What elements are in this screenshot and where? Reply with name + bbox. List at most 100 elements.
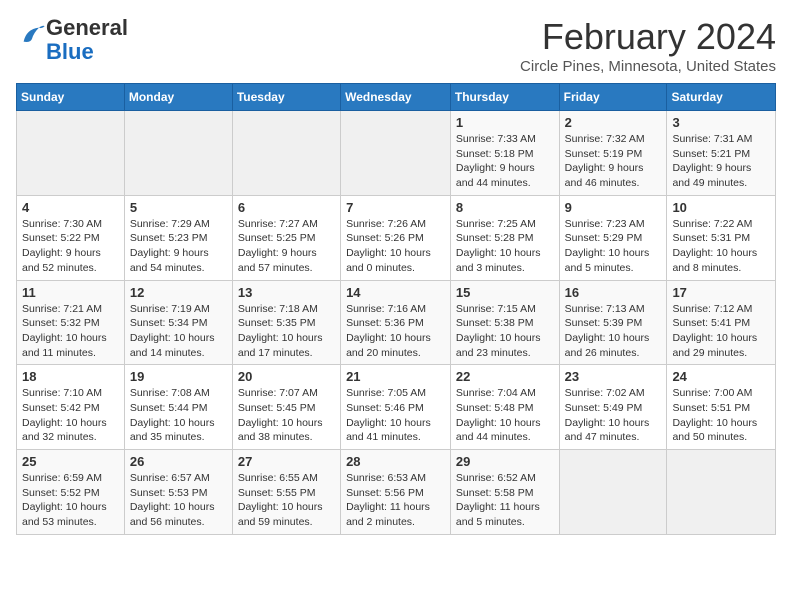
day-number: 27 [238,454,335,469]
calendar-cell: 13 Sunrise: 7:18 AM Sunset: 5:35 PM Dayli… [232,280,340,365]
day-info: Sunrise: 6:55 AM Sunset: 5:55 PM Dayligh… [238,471,335,530]
day-number: 21 [346,369,445,384]
calendar-cell: 11 Sunrise: 7:21 AM Sunset: 5:32 PM Dayli… [17,280,125,365]
day-number: 19 [130,369,227,384]
logo: General Blue [16,16,128,64]
day-number: 20 [238,369,335,384]
calendar-cell: 25 Sunrise: 6:59 AM Sunset: 5:52 PM Dayli… [17,450,125,535]
logo-bird-icon [18,22,46,50]
calendar-cell: 24 Sunrise: 7:00 AM Sunset: 5:51 PM Dayli… [667,365,776,450]
day-number: 29 [456,454,554,469]
day-number: 7 [346,200,445,215]
day-number: 11 [22,285,119,300]
calendar-cell: 26 Sunrise: 6:57 AM Sunset: 5:53 PM Dayli… [124,450,232,535]
calendar-cell: 8 Sunrise: 7:25 AM Sunset: 5:28 PM Daylig… [450,195,559,280]
day-info: Sunrise: 6:59 AM Sunset: 5:52 PM Dayligh… [22,471,119,530]
day-info: Sunrise: 7:10 AM Sunset: 5:42 PM Dayligh… [22,386,119,445]
day-info: Sunrise: 7:32 AM Sunset: 5:19 PM Dayligh… [565,132,662,191]
calendar-cell: 20 Sunrise: 7:07 AM Sunset: 5:45 PM Dayli… [232,365,340,450]
day-of-week-thursday: Thursday [450,84,559,111]
day-number: 1 [456,115,554,130]
calendar-table: SundayMondayTuesdayWednesdayThursdayFrid… [16,83,776,535]
day-info: Sunrise: 6:57 AM Sunset: 5:53 PM Dayligh… [130,471,227,530]
day-info: Sunrise: 6:52 AM Sunset: 5:58 PM Dayligh… [456,471,554,530]
day-number: 9 [565,200,662,215]
day-number: 6 [238,200,335,215]
calendar-cell: 4 Sunrise: 7:30 AM Sunset: 5:22 PM Daylig… [17,195,125,280]
day-info: Sunrise: 7:25 AM Sunset: 5:28 PM Dayligh… [456,217,554,276]
day-number: 26 [130,454,227,469]
calendar-cell: 18 Sunrise: 7:10 AM Sunset: 5:42 PM Dayli… [17,365,125,450]
calendar-subtitle: Circle Pines, Minnesota, United States [520,58,776,75]
calendar-cell: 15 Sunrise: 7:15 AM Sunset: 5:38 PM Dayli… [450,280,559,365]
day-info: Sunrise: 7:23 AM Sunset: 5:29 PM Dayligh… [565,217,662,276]
day-info: Sunrise: 7:26 AM Sunset: 5:26 PM Dayligh… [346,217,445,276]
week-row-1: 1Sunrise: 7:33 AM Sunset: 5:18 PM Daylig… [17,111,776,196]
day-info: Sunrise: 7:00 AM Sunset: 5:51 PM Dayligh… [672,386,770,445]
week-row-2: 4 Sunrise: 7:30 AM Sunset: 5:22 PM Daylig… [17,195,776,280]
calendar-body: 1Sunrise: 7:33 AM Sunset: 5:18 PM Daylig… [17,111,776,535]
day-info: Sunrise: 6:53 AM Sunset: 5:56 PM Dayligh… [346,471,445,530]
calendar-cell: 16 Sunrise: 7:13 AM Sunset: 5:39 PM Dayli… [559,280,667,365]
day-of-week-friday: Friday [559,84,667,111]
day-number: 8 [456,200,554,215]
header: General Blue February 2024 Circle Pines,… [16,16,776,75]
calendar-cell: 27 Sunrise: 6:55 AM Sunset: 5:55 PM Dayli… [232,450,340,535]
day-info: Sunrise: 7:29 AM Sunset: 5:23 PM Dayligh… [130,217,227,276]
day-of-week-monday: Monday [124,84,232,111]
calendar-title: February 2024 [520,16,776,58]
calendar-cell: 9 Sunrise: 7:23 AM Sunset: 5:29 PM Daylig… [559,195,667,280]
calendar-cell: 17Sunrise: 7:12 AM Sunset: 5:41 PM Dayli… [667,280,776,365]
day-number: 10 [672,200,770,215]
day-info: Sunrise: 7:21 AM Sunset: 5:32 PM Dayligh… [22,302,119,361]
day-info: Sunrise: 7:31 AM Sunset: 5:21 PM Dayligh… [672,132,770,191]
day-number: 12 [130,285,227,300]
day-number: 18 [22,369,119,384]
day-number: 3 [672,115,770,130]
calendar-cell: 12 Sunrise: 7:19 AM Sunset: 5:34 PM Dayli… [124,280,232,365]
day-number: 16 [565,285,662,300]
day-info: Sunrise: 7:04 AM Sunset: 5:48 PM Dayligh… [456,386,554,445]
calendar-cell: 21 Sunrise: 7:05 AM Sunset: 5:46 PM Dayli… [341,365,451,450]
calendar-cell: 19 Sunrise: 7:08 AM Sunset: 5:44 PM Dayli… [124,365,232,450]
calendar-cell: 22 Sunrise: 7:04 AM Sunset: 5:48 PM Dayli… [450,365,559,450]
day-info: Sunrise: 7:19 AM Sunset: 5:34 PM Dayligh… [130,302,227,361]
calendar-cell: 29 Sunrise: 6:52 AM Sunset: 5:58 PM Dayli… [450,450,559,535]
day-of-week-sunday: Sunday [17,84,125,111]
day-number: 24 [672,369,770,384]
calendar-cell: 28Sunrise: 6:53 AM Sunset: 5:56 PM Dayli… [341,450,451,535]
day-number: 5 [130,200,227,215]
calendar-cell: 14 Sunrise: 7:16 AM Sunset: 5:36 PM Dayli… [341,280,451,365]
day-info: Sunrise: 7:22 AM Sunset: 5:31 PM Dayligh… [672,217,770,276]
week-row-5: 25 Sunrise: 6:59 AM Sunset: 5:52 PM Dayli… [17,450,776,535]
day-info: Sunrise: 7:16 AM Sunset: 5:36 PM Dayligh… [346,302,445,361]
calendar-cell [667,450,776,535]
day-number: 14 [346,285,445,300]
week-row-4: 18 Sunrise: 7:10 AM Sunset: 5:42 PM Dayli… [17,365,776,450]
day-info: Sunrise: 7:05 AM Sunset: 5:46 PM Dayligh… [346,386,445,445]
day-info: Sunrise: 7:30 AM Sunset: 5:22 PM Dayligh… [22,217,119,276]
week-row-3: 11 Sunrise: 7:21 AM Sunset: 5:32 PM Dayli… [17,280,776,365]
day-info: Sunrise: 7:07 AM Sunset: 5:45 PM Dayligh… [238,386,335,445]
calendar-cell: 5 Sunrise: 7:29 AM Sunset: 5:23 PM Daylig… [124,195,232,280]
day-info: Sunrise: 7:15 AM Sunset: 5:38 PM Dayligh… [456,302,554,361]
calendar-cell: 10 Sunrise: 7:22 AM Sunset: 5:31 PM Dayli… [667,195,776,280]
day-number: 15 [456,285,554,300]
day-of-week-tuesday: Tuesday [232,84,340,111]
day-number: 2 [565,115,662,130]
calendar-cell: 3 Sunrise: 7:31 AM Sunset: 5:21 PM Daylig… [667,111,776,196]
calendar-cell: 7 Sunrise: 7:26 AM Sunset: 5:26 PM Daylig… [341,195,451,280]
day-of-week-header-row: SundayMondayTuesdayWednesdayThursdayFrid… [17,84,776,111]
calendar-cell: 23Sunrise: 7:02 AM Sunset: 5:49 PM Dayli… [559,365,667,450]
day-info: Sunrise: 7:08 AM Sunset: 5:44 PM Dayligh… [130,386,227,445]
day-info: Sunrise: 7:18 AM Sunset: 5:35 PM Dayligh… [238,302,335,361]
calendar-cell [17,111,125,196]
day-number: 13 [238,285,335,300]
day-number: 4 [22,200,119,215]
logo-text: General Blue [46,16,128,64]
day-info: Sunrise: 7:13 AM Sunset: 5:39 PM Dayligh… [565,302,662,361]
calendar-cell: 6Sunrise: 7:27 AM Sunset: 5:25 PM Daylig… [232,195,340,280]
day-number: 22 [456,369,554,384]
day-info: Sunrise: 7:12 AM Sunset: 5:41 PM Dayligh… [672,302,770,361]
day-number: 25 [22,454,119,469]
